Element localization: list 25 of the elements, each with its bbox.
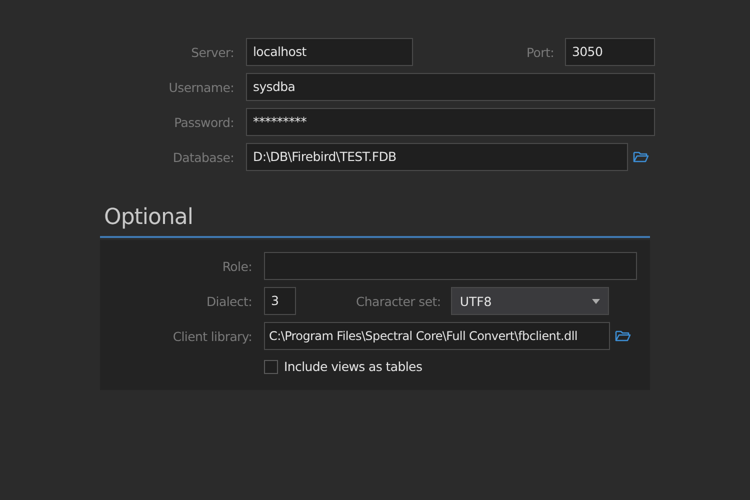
field-label: Port: <box>526 44 554 60</box>
field-label: Password: <box>173 114 234 130</box>
dropdown-value: UTF8 <box>460 294 492 308</box>
input-field[interactable]: C:\Program Files\Spectral Core\Full Convert\fbclient.dll <box>264 322 610 350</box>
dropdown[interactable]: UTF8 <box>450 287 609 315</box>
checkbox-label[interactable]: Include views as tables <box>284 359 422 374</box>
caret-icon <box>592 298 600 304</box>
input-field[interactable] <box>264 252 637 280</box>
field-label: Character set: <box>356 294 441 308</box>
section-heading: Optional <box>100 205 650 238</box>
input-field[interactable]: 3 <box>264 287 296 315</box>
input-field[interactable]: sysdba <box>246 73 655 101</box>
field-label: Role: <box>221 258 252 274</box>
input-field[interactable]: localhost <box>246 38 413 66</box>
input-field[interactable]: ********* <box>246 108 655 136</box>
checkbox[interactable] <box>264 360 278 374</box>
field-label: Server: <box>190 44 234 60</box>
field-label: Username: <box>168 80 234 94</box>
folder-icon[interactable] <box>615 330 631 342</box>
field-label: Client library: <box>172 328 252 344</box>
input-field[interactable]: 3050 <box>565 38 655 66</box>
field-label: Database: <box>172 150 234 164</box>
field-label: Dialect: <box>205 294 252 308</box>
input-field[interactable]: D:\DB\Firebird\TEST.FDB <box>246 143 628 171</box>
folder-icon[interactable] <box>633 151 649 163</box>
